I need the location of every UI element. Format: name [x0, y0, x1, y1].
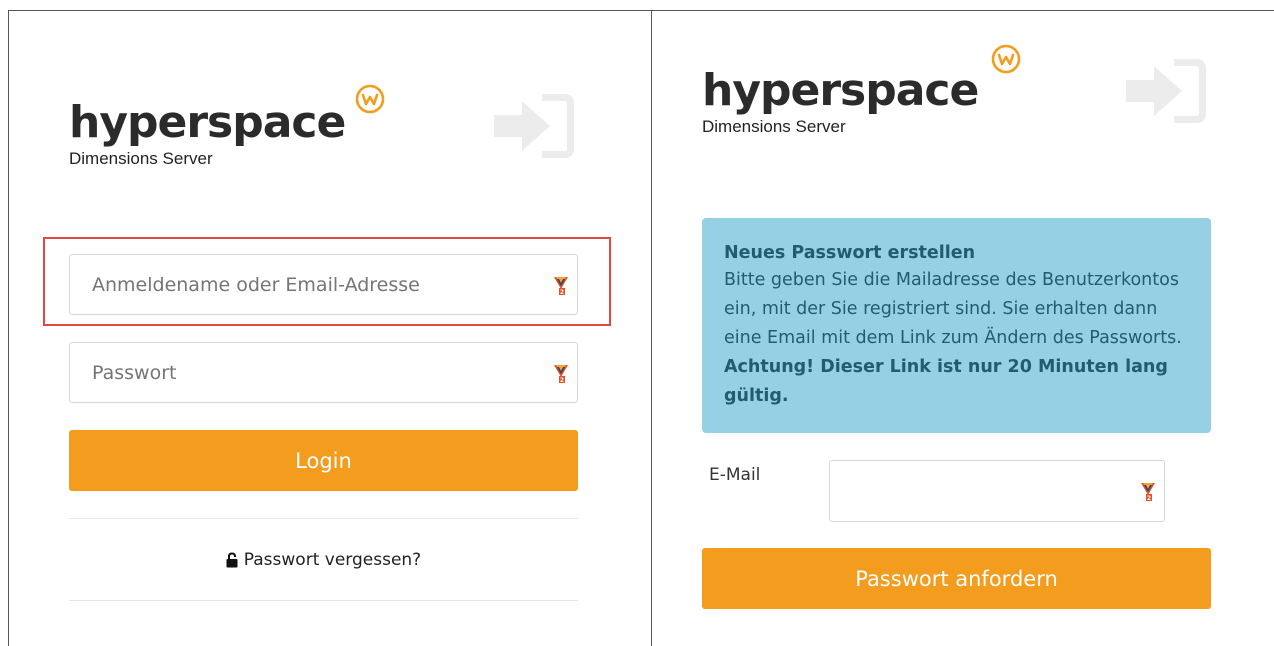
password-manager-icon[interactable]: 2: [1141, 481, 1155, 501]
login-arrow-icon: [494, 94, 574, 158]
divider-top: [69, 518, 578, 519]
username-field[interactable]: 2: [69, 254, 578, 315]
brand-wordmark: hyperspace: [69, 97, 346, 148]
brand-subtitle: Dimensions Server: [702, 117, 846, 136]
svg-text:2: 2: [1147, 495, 1151, 501]
info-title: Neues Passwort erstellen: [724, 243, 976, 263]
login-arrow-icon: [1126, 59, 1206, 123]
info-warning: Achtung! Dieser Link ist nur 20 Minuten …: [724, 357, 1168, 406]
divider-bottom: [69, 600, 578, 601]
request-password-button[interactable]: Passwort anfordern: [702, 548, 1211, 609]
info-body: Bitte geben Sie die Mailadresse des Benu…: [724, 270, 1182, 348]
brand-logo: hyperspace Dimensions Server: [69, 97, 346, 169]
hyperspace-badge-icon: [355, 84, 385, 114]
password-input[interactable]: [70, 343, 577, 402]
hyperspace-badge-icon: [991, 44, 1021, 74]
reset-info-alert: Neues Passwort erstellen Bitte geben Sie…: [702, 218, 1211, 433]
svg-text:2: 2: [560, 289, 564, 295]
brand-subtitle: Dimensions Server: [69, 149, 213, 168]
brand-wordmark: hyperspace: [702, 65, 979, 116]
svg-text:2: 2: [560, 377, 564, 383]
email-label: E-Mail: [709, 465, 761, 485]
password-reset-panel: hyperspace Dimensions Server Neues Passw…: [652, 11, 1274, 646]
username-input[interactable]: [70, 255, 577, 314]
login-panel: hyperspace Dimensions Server 2 2 Login: [9, 11, 651, 646]
unlock-icon: [226, 552, 238, 568]
password-manager-icon[interactable]: 2: [554, 363, 568, 383]
email-input[interactable]: [830, 461, 1164, 521]
info-text: Bitte geben Sie die Mailadresse des Benu…: [724, 266, 1189, 411]
password-field[interactable]: 2: [69, 342, 578, 403]
login-button[interactable]: Login: [69, 430, 578, 491]
password-manager-icon[interactable]: 2: [554, 275, 568, 295]
brand-logo: hyperspace Dimensions Server: [702, 65, 979, 137]
email-field[interactable]: 2: [829, 460, 1165, 522]
forgot-password-link[interactable]: Passwort vergessen?: [69, 547, 578, 573]
forgot-password-label: Passwort vergessen?: [243, 550, 422, 570]
